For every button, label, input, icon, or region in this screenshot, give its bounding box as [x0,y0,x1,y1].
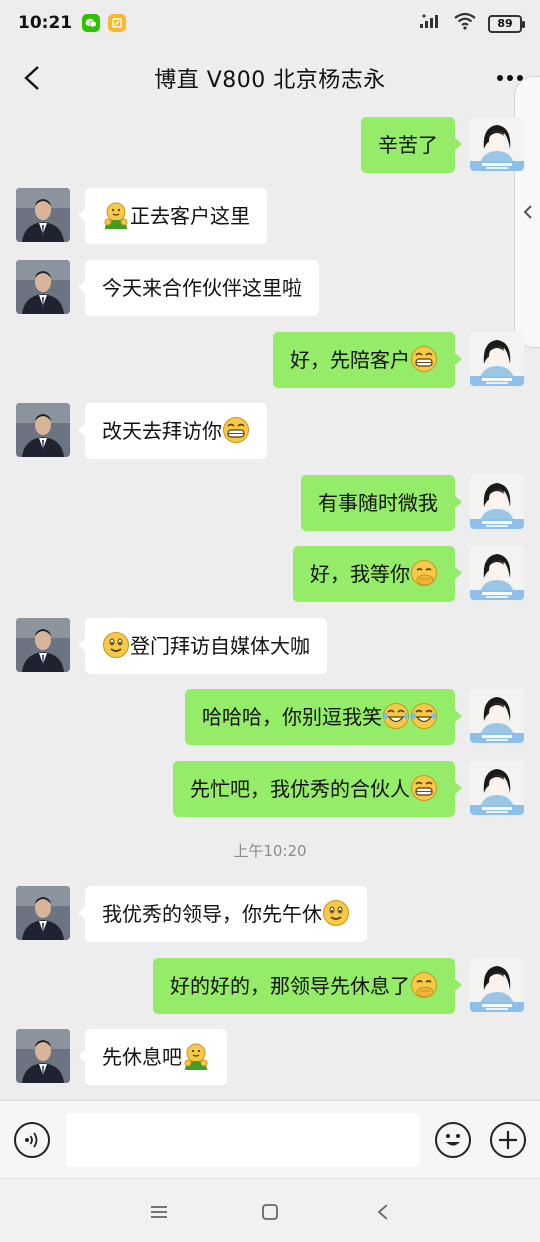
incoming-message-bubble[interactable]: 登门拜访自媒体大咖 [78,618,327,674]
message-text: 好，我等你 [310,562,410,586]
message-text: 先忙吧，我优秀的合伙人 [190,777,410,801]
self-avatar[interactable] [470,958,524,1012]
input-bar [0,1100,540,1178]
home-square-icon [262,1204,278,1220]
plus-button[interactable] [490,1122,526,1158]
incoming-message-bubble[interactable]: 正去客户这里 [78,188,267,244]
outgoing-message-bubble[interactable]: 哈哈哈，你别逗我笑 [185,689,462,745]
message-text: 辛苦了 [378,133,438,157]
self-avatar[interactable] [470,689,524,743]
back-triangle-icon [377,1204,388,1220]
contact-avatar[interactable] [16,403,70,457]
chevron-left-icon [523,205,532,219]
message-timestamp: 上午10:20 [233,842,307,860]
contact-avatar[interactable] [16,886,70,940]
smile-emoji-icon [323,900,349,926]
emoji-button[interactable] [435,1122,471,1158]
message-text: 先休息吧 [102,1045,182,1069]
smile-emoji-icon [103,632,129,658]
back-button[interactable] [14,60,50,96]
message-text: 我优秀的领导，你先午休 [102,902,322,926]
contact-avatar[interactable] [16,618,70,672]
notes-notification-icon [108,14,127,32]
outgoing-message-bubble[interactable]: 先忙吧，我优秀的合伙人 [173,761,462,817]
message-text: 今天来合作伙伴这里啦 [102,276,302,300]
battery-indicator: 89 [488,14,525,33]
incoming-message-bubble[interactable]: 先休息吧 [78,1029,227,1085]
outgoing-message-bubble[interactable]: 有事随时微我 [301,475,462,531]
voice-button[interactable] [14,1122,50,1158]
wechat-notification-icon [82,14,101,32]
back-arrow-icon [24,66,39,90]
menu-nav-button[interactable] [146,1199,172,1225]
message-text: 好的好的，那领导先休息了 [170,974,410,998]
self-avatar[interactable] [470,475,524,529]
message-input[interactable] [66,1113,420,1167]
tears-emoji-icon [411,703,437,729]
message-text: 好，先陪客户 [290,348,410,372]
contact-avatar[interactable] [16,188,70,242]
emoji-icon [446,1134,460,1146]
home-nav-button[interactable] [257,1199,283,1225]
battery-level: 89 [497,17,513,30]
system-nav-bar [0,1178,540,1242]
message-text: 有事随时微我 [318,491,438,515]
outgoing-message-bubble[interactable]: 好，我等你 [293,546,462,602]
message-text: 正去客户这里 [130,204,250,228]
contact-avatar[interactable] [16,1029,70,1083]
wifi-icon [454,12,476,35]
chat-title: 博直 V800 北京杨志永 [154,68,386,93]
incoming-message-bubble[interactable]: 今天来合作伙伴这里啦 [78,260,319,316]
tears-emoji-icon [383,703,409,729]
grin-emoji-icon [223,417,249,443]
status-time: 10:21 [18,13,73,33]
incoming-message-bubble[interactable]: 改天去拜访你 [78,403,267,459]
contact-avatar[interactable] [16,260,70,314]
hug-emoji-icon [184,1043,208,1070]
grin-emoji-icon [411,775,437,801]
self-avatar[interactable] [470,332,524,386]
outgoing-message-bubble[interactable]: 好，先陪客户 [273,332,462,388]
chat-header: 博直 V800 北京杨志永 [0,46,540,110]
self-avatar[interactable] [470,117,524,171]
message-text: 改天去拜访你 [102,419,222,443]
thinking-emoji-icon [411,560,437,586]
voice-icon [25,1132,38,1148]
hug-emoji-icon [104,202,128,229]
grin-emoji-icon [411,346,437,372]
outgoing-message-bubble[interactable]: 好的好的，那领导先休息了 [153,958,462,1014]
outgoing-message-bubble[interactable]: 辛苦了 [361,117,462,173]
plus-icon [499,1131,517,1149]
self-avatar[interactable] [470,761,524,815]
thinking-emoji-icon [411,972,437,998]
menu-icon [151,1206,167,1218]
status-indicators: 89 [420,12,525,35]
signal-icon [420,13,442,34]
status-bar: 10:21 89 [0,0,540,46]
self-avatar[interactable] [470,546,524,600]
back-nav-button[interactable] [370,1199,396,1225]
message-text: 哈哈哈，你别逗我笑 [202,705,382,729]
incoming-message-bubble[interactable]: 我优秀的领导，你先午休 [78,886,367,942]
message-text: 登门拜访自媒体大咖 [130,634,310,658]
